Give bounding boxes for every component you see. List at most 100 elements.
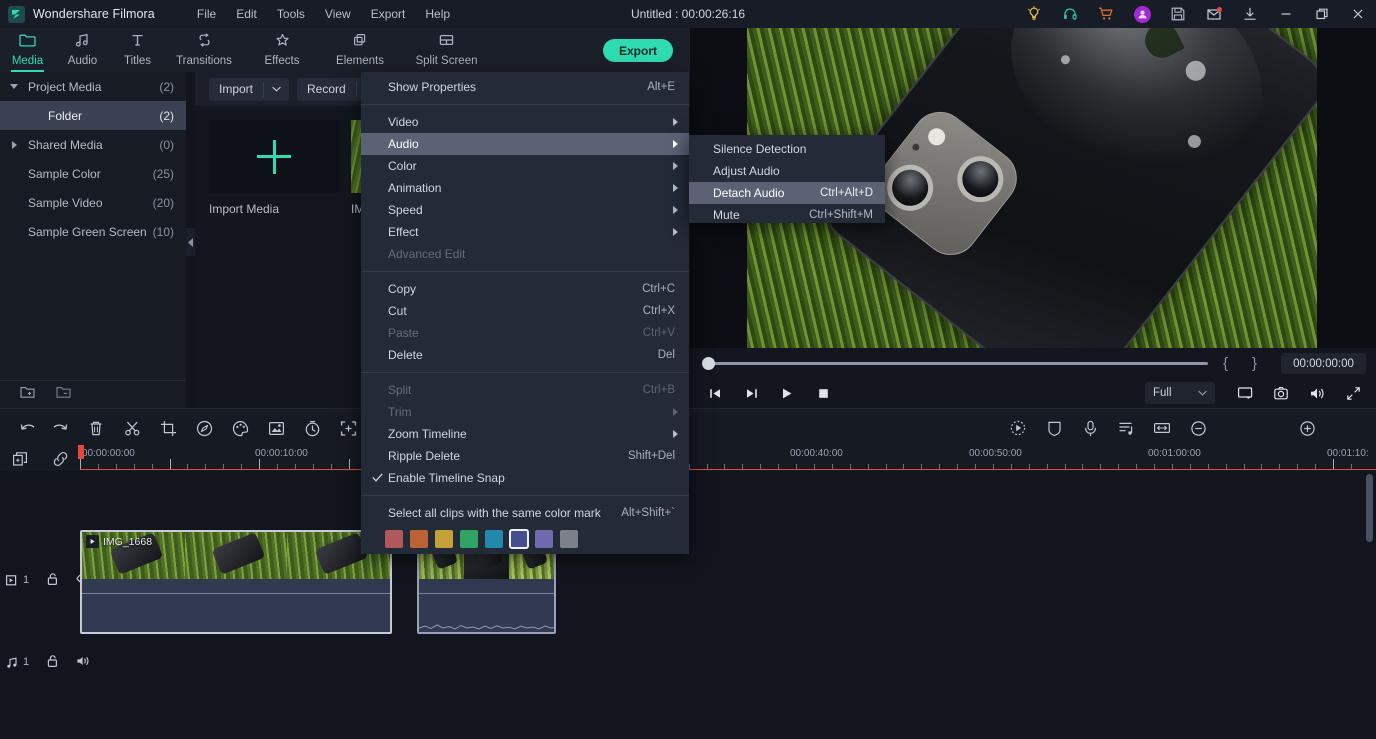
copy-icon[interactable] — [9, 448, 31, 470]
tab-elements[interactable]: Elements — [321, 28, 399, 72]
cut-scissors-icon[interactable] — [121, 417, 143, 439]
menu-view[interactable]: View — [315, 3, 361, 25]
tab-audio[interactable]: Audio — [55, 28, 110, 72]
color-mark-gray[interactable] — [560, 530, 578, 548]
context-item-video[interactable]: Video — [361, 111, 689, 133]
fullscreen-icon[interactable] — [1340, 383, 1366, 404]
library-item-shared-media[interactable]: Shared Media (0) — [0, 130, 186, 159]
context-item-copy[interactable]: Copy Ctrl+C — [361, 278, 689, 300]
undo-icon[interactable] — [17, 417, 39, 439]
submenu-item-mute[interactable]: Mute Ctrl+Shift+M — [689, 204, 885, 226]
fit-timeline-icon[interactable] — [1151, 417, 1173, 439]
export-button[interactable]: Export — [603, 39, 673, 62]
color-mark-red[interactable] — [385, 530, 403, 548]
tab-transitions[interactable]: Transitions — [165, 28, 243, 72]
context-item-ripple-delete[interactable]: Ripple Delete Shift+Del — [361, 445, 689, 467]
camera-icon[interactable] — [1268, 383, 1294, 404]
download-icon[interactable] — [1232, 0, 1268, 28]
tab-split-screen[interactable]: Split Screen — [399, 28, 494, 72]
context-item-show-properties[interactable]: Show Properties Alt+E — [361, 76, 689, 98]
context-item-delete[interactable]: Delete Del — [361, 344, 689, 366]
menu-edit[interactable]: Edit — [226, 3, 267, 25]
import-button[interactable]: Import — [209, 77, 290, 101]
submenu-item-silence-detection[interactable]: Silence Detection — [689, 138, 885, 160]
library-item-sample-green-screen[interactable]: Sample Green Screen (10) — [0, 217, 186, 246]
menu-help[interactable]: Help — [415, 3, 460, 25]
chevron-down-icon[interactable] — [264, 86, 289, 92]
chevron-down-icon[interactable] — [0, 84, 28, 89]
minimize-icon[interactable] — [1268, 0, 1304, 28]
link-icon[interactable] — [49, 448, 71, 470]
stop-icon[interactable] — [810, 383, 836, 404]
lock-icon[interactable] — [46, 654, 59, 671]
lock-icon[interactable] — [46, 572, 59, 589]
library-item-sample-video[interactable]: Sample Video (20) — [0, 188, 186, 217]
redo-icon[interactable] — [49, 417, 71, 439]
shopping-cart-icon[interactable] — [1088, 0, 1124, 28]
menu-file[interactable]: File — [187, 3, 226, 25]
menu-tools[interactable]: Tools — [267, 3, 315, 25]
delete-icon[interactable] — [85, 417, 107, 439]
crop-icon[interactable] — [157, 417, 179, 439]
volume-icon[interactable] — [1304, 383, 1330, 404]
lightbulb-icon[interactable] — [1016, 0, 1052, 28]
remove-folder-icon[interactable] — [56, 385, 72, 404]
user-avatar-icon[interactable] — [1124, 0, 1160, 28]
close-icon[interactable] — [1340, 0, 1376, 28]
play-icon[interactable] — [774, 383, 800, 404]
mark-in-icon[interactable]: { — [1223, 355, 1228, 372]
timeline-clip[interactable]: IMG_1668 — [80, 530, 392, 634]
context-item-effect[interactable]: Effect — [361, 221, 689, 243]
library-item-folder[interactable]: Folder (2) — [0, 101, 186, 130]
zoom-out-icon[interactable] — [1187, 417, 1209, 439]
mark-out-icon[interactable]: } — [1252, 355, 1257, 372]
color-palette-icon[interactable] — [229, 417, 251, 439]
voiceover-mic-icon[interactable] — [1079, 417, 1101, 439]
context-item-audio[interactable]: Audio — [361, 133, 689, 155]
speed-icon[interactable] — [193, 417, 215, 439]
speaker-icon[interactable] — [76, 655, 91, 670]
chevron-right-icon[interactable] — [0, 140, 28, 149]
player-scrub-handle[interactable] — [702, 357, 715, 370]
audio-mixer-icon[interactable] — [1115, 417, 1137, 439]
player-scrub-track[interactable] — [708, 362, 1208, 365]
save-icon[interactable] — [1160, 0, 1196, 28]
color-mark-blue[interactable] — [509, 529, 529, 549]
submenu-item-detach-audio[interactable]: Detach Audio Ctrl+Alt+D — [689, 182, 885, 204]
headphone-support-icon[interactable] — [1052, 0, 1088, 28]
tab-media[interactable]: Media — [0, 28, 55, 72]
context-item-animation[interactable]: Animation — [361, 177, 689, 199]
import-media-card[interactable]: Import Media — [209, 120, 339, 216]
freeze-frame-icon[interactable] — [301, 417, 323, 439]
prev-frame-icon[interactable] — [702, 383, 728, 404]
context-item-speed[interactable]: Speed — [361, 199, 689, 221]
context-item-zoom-timeline[interactable]: Zoom Timeline — [361, 423, 689, 445]
color-mark-teal[interactable] — [485, 530, 503, 548]
submenu-item-adjust-audio[interactable]: Adjust Audio — [689, 160, 885, 182]
color-mark-purple[interactable] — [535, 530, 553, 548]
import-media-thumb[interactable] — [209, 120, 339, 193]
timeline-ruler[interactable]: 00:00:00:00 00:00:10:00 00:00:40:00 00:0… — [80, 445, 1368, 471]
auto-reframe-icon[interactable] — [337, 417, 359, 439]
context-item-color[interactable]: Color — [361, 155, 689, 177]
mask-icon[interactable] — [1043, 417, 1065, 439]
color-mark-green[interactable] — [460, 530, 478, 548]
menu-export[interactable]: Export — [361, 3, 416, 25]
color-mark-orange[interactable] — [410, 530, 428, 548]
snapshot-screen-icon[interactable] — [1232, 383, 1258, 404]
context-item-cut[interactable]: Cut Ctrl+X — [361, 300, 689, 322]
zoom-in-icon[interactable] — [1296, 417, 1318, 439]
panel-collapse-handle[interactable] — [186, 228, 195, 256]
new-folder-icon[interactable] — [20, 385, 36, 404]
context-item-enable-timeline-snap[interactable]: Enable Timeline Snap — [361, 467, 689, 489]
resolution-select[interactable]: Full — [1145, 382, 1215, 404]
restore-icon[interactable] — [1304, 0, 1340, 28]
library-item-project-media[interactable]: Project Media (2) — [0, 72, 186, 101]
next-frame-icon[interactable] — [738, 383, 764, 404]
playhead-marker[interactable] — [78, 445, 84, 459]
tab-titles[interactable]: Titles — [110, 28, 165, 72]
color-mark-yellow[interactable] — [435, 530, 453, 548]
library-item-sample-color[interactable]: Sample Color (25) — [0, 159, 186, 188]
context-item-select-same-color-mark[interactable]: Select all clips with the same color mar… — [361, 502, 689, 524]
player-timecode[interactable]: 00:00:00:00 — [1281, 353, 1366, 374]
